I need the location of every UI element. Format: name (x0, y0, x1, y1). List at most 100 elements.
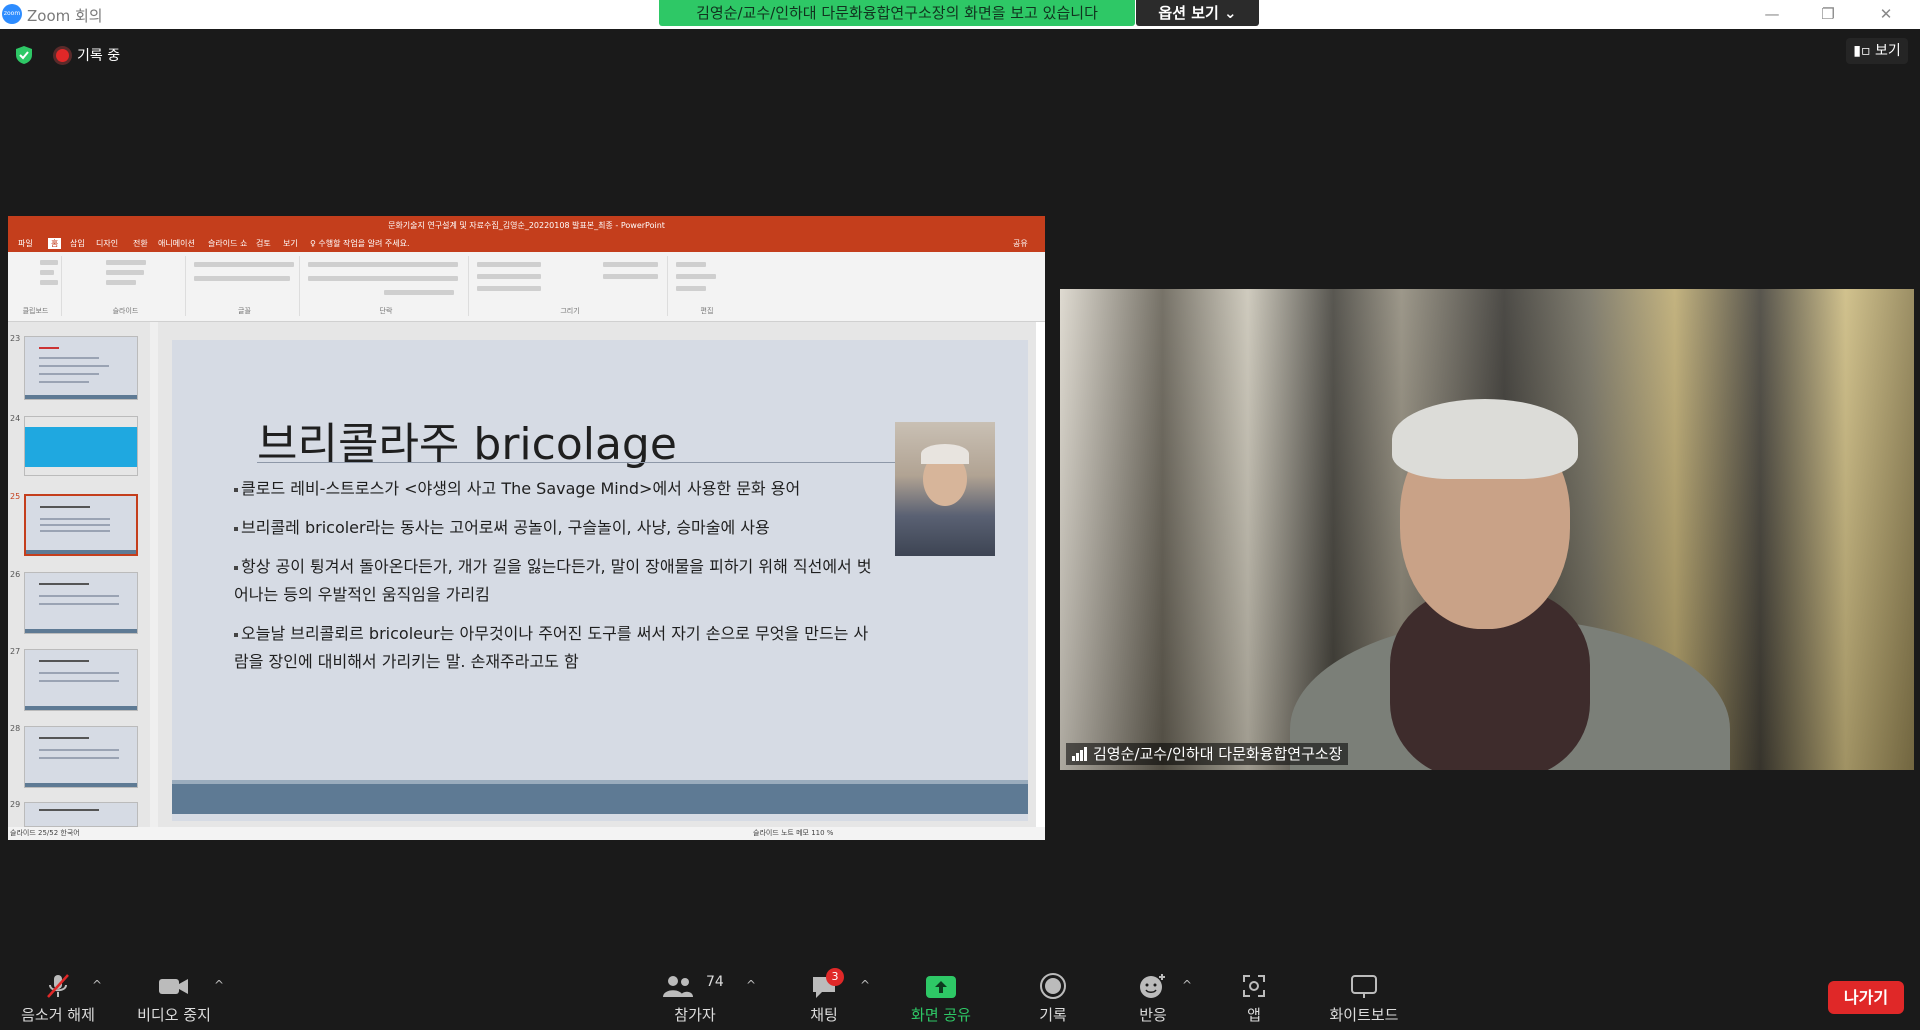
person-hair (1392, 399, 1578, 479)
restore-icon[interactable]: ❐ (1808, 3, 1848, 25)
view-button[interactable]: ▮▫ 보기 (1846, 38, 1908, 64)
apps-icon (1243, 975, 1265, 997)
unmute-button[interactable]: 음소거 해제 (14, 972, 102, 1028)
record-dot-icon (56, 48, 69, 62)
chat-caret-icon[interactable]: ^ (860, 978, 870, 992)
thumb-number: 27 (10, 647, 21, 656)
whiteboard-icon (1351, 975, 1377, 998)
powerpoint-ribbon-tabs: 파일 홈 삽입 디자인 전환 애니메이션 슬라이드 쇼 검토 보기 ♀ 수행할 … (8, 236, 1045, 252)
pp-tab[interactable]: 검토 (256, 238, 271, 249)
participants-icon (663, 976, 693, 997)
ribbon-group-font: 글꼴 (190, 256, 300, 316)
pp-tab[interactable]: 파일 (18, 238, 33, 249)
leave-meeting-button[interactable]: 나가기 (1828, 981, 1904, 1014)
slide-thumbnail-pane: 23 24 25 26 27 28 29 (8, 322, 158, 827)
apps-label: 앱 (1247, 1006, 1261, 1024)
participants-caret-icon[interactable]: ^ (746, 978, 756, 992)
reactions-label: 반응 (1139, 1006, 1167, 1024)
pp-share[interactable]: 공유 (1013, 238, 1028, 249)
slide-bullet: 브리콜레 bricoler라는 동사는 고어로써 공놀이, 구슬놀이, 사냥, … (234, 514, 874, 542)
audio-options-caret-icon[interactable]: ^ (92, 978, 102, 992)
emoji-reaction-icon (1140, 974, 1165, 998)
pp-tab[interactable]: 보기 (283, 238, 298, 249)
record-button[interactable]: 기록 (1030, 972, 1076, 1028)
meeting-toolbar: 음소거 해제 ^ 비디오 중지 ^ 74 참가자 ^ 3 채팅 ^ 화면 공유 … (0, 960, 1920, 1030)
close-icon[interactable]: ✕ (1866, 3, 1906, 25)
powerpoint-title: 문화기술지 연구설계 및 자료수집_김영순_20220108 발표본_최종 - … (388, 221, 665, 230)
pp-status-left: 슬라이드 25/52 한국어 (10, 829, 80, 837)
participant-name: 김영순/교수/인하대 다문화융합연구소장 (1093, 745, 1343, 763)
stop-video-button[interactable]: 비디오 중지 (130, 972, 218, 1028)
reactions-button[interactable]: 반응 (1130, 972, 1176, 1028)
view-label: 보기 (1874, 43, 1901, 59)
slide-thumbnail[interactable] (24, 802, 138, 827)
powerpoint-ribbon: 클립보드 슬라이드 글꼴 단락 그리기 편집 (8, 252, 1045, 322)
zoom-logo-icon: zoom (2, 4, 22, 24)
thumbnail-scrollbar[interactable] (150, 322, 158, 827)
ribbon-group-clipboard: 클립보드 (10, 256, 62, 316)
slide-thumbnail-selected[interactable] (24, 494, 138, 556)
current-slide[interactable]: 브리콜라주 bricolage 클로드 레비-스트로스가 <야생의 사고 The… (172, 340, 1028, 821)
slide-thumbnail[interactable] (24, 416, 138, 476)
chat-label: 채팅 (810, 1006, 838, 1024)
pp-tab[interactable]: 홈 (48, 238, 62, 249)
chat-button[interactable]: 3 채팅 (800, 968, 848, 1028)
security-shield-icon[interactable] (14, 45, 34, 65)
slide-editor: 브리콜라주 bricolage 클로드 레비-스트로스가 <야생의 사고 The… (158, 322, 1036, 827)
ribbon-group-drawing: 그리기 (473, 256, 668, 316)
recording-indicator[interactable]: 기록 중 (56, 45, 120, 65)
slide-thumbnail[interactable] (24, 572, 138, 634)
pp-tab[interactable]: 애니메이션 (158, 238, 195, 249)
pp-tab[interactable]: 삽입 (70, 238, 85, 249)
pp-tab[interactable]: 디자인 (96, 238, 118, 249)
stop-video-label: 비디오 중지 (137, 1006, 211, 1024)
recording-label: 기록 중 (77, 48, 121, 64)
powerpoint-statusbar: 슬라이드 25/52 한국어 슬라이드 노트 메모 110 % (8, 827, 1045, 840)
apps-button[interactable]: 앱 (1234, 972, 1274, 1028)
pp-tab[interactable]: 전환 (133, 238, 148, 249)
participants-button[interactable]: 74 참가자 (660, 972, 730, 1028)
slide-bullet: 오늘날 브리콜뢰르 bricoleur는 아무것이나 주어진 도구를 써서 자기… (234, 624, 869, 671)
ribbon-group-slides: 슬라이드 (66, 256, 186, 316)
share-screen-label: 화면 공유 (911, 1006, 971, 1024)
ribbon-group-editing: 편집 (672, 256, 742, 316)
video-camera-icon (159, 979, 188, 994)
signal-strength-icon (1072, 747, 1087, 761)
pp-status-right: 슬라이드 노트 메모 110 % (753, 829, 834, 837)
slide-thumbnail[interactable] (24, 336, 138, 400)
thumb-number: 28 (10, 724, 21, 733)
ribbon-group-paragraph: 단락 (304, 256, 469, 316)
thumb-number: 25 (10, 492, 21, 501)
thumb-number: 24 (10, 414, 21, 423)
whiteboard-button[interactable]: 화이트보드 (1324, 972, 1404, 1028)
reactions-caret-icon[interactable]: ^ (1182, 978, 1192, 992)
participant-video[interactable]: 김영순/교수/인하대 다문화융합연구소장 (1060, 289, 1914, 770)
thumb-number: 26 (10, 570, 21, 579)
view-options-button[interactable]: 옵션 보기 ⌄ (1136, 0, 1259, 26)
unmute-label: 음소거 해제 (21, 1006, 95, 1024)
chat-unread-badge: 3 (826, 968, 844, 986)
minimize-icon[interactable]: — (1752, 3, 1792, 25)
shared-screen: 문화기술지 연구설계 및 자료수집_김영순_20220108 발표본_최종 - … (8, 216, 1045, 840)
slide-thumbnail[interactable] (24, 726, 138, 788)
window-title: Zoom 회의 (27, 7, 103, 25)
screen-share-banner: 김영순/교수/인하대 다문화융합연구소장의 화면을 보고 있습니다 (659, 0, 1135, 26)
title-divider (257, 462, 897, 463)
record-label: 기록 (1039, 1006, 1067, 1024)
microphone-muted-icon (47, 974, 69, 998)
grid-view-icon: ▮▫ (1853, 43, 1875, 59)
participant-name-tag: 김영순/교수/인하대 다문화융합연구소장 (1066, 743, 1349, 765)
share-screen-icon (926, 976, 956, 998)
thumb-number: 23 (10, 334, 21, 343)
powerpoint-titlebar: 문화기술지 연구설계 및 자료수집_김영순_20220108 발표본_최종 - … (8, 216, 1045, 236)
whiteboard-label: 화이트보드 (1329, 1006, 1399, 1024)
pp-tab[interactable]: 슬라이드 쇼 (208, 238, 247, 249)
slide-bullet: 클로드 레비-스트로스가 <야생의 사고 The Savage Mind>에서 … (234, 475, 874, 503)
share-screen-button[interactable]: 화면 공유 (900, 972, 982, 1028)
slide-thumbnail[interactable] (24, 649, 138, 711)
slide-bullet: 항상 공이 튕겨서 돌아온다든가, 개가 길을 잃는다든가, 말이 장애물을 피… (234, 557, 872, 604)
portrait-photo (895, 422, 995, 556)
video-options-caret-icon[interactable]: ^ (214, 978, 224, 992)
participants-count: 74 (706, 974, 724, 990)
pp-tell-me[interactable]: ♀ 수행할 작업을 알려 주세요. (310, 238, 410, 249)
